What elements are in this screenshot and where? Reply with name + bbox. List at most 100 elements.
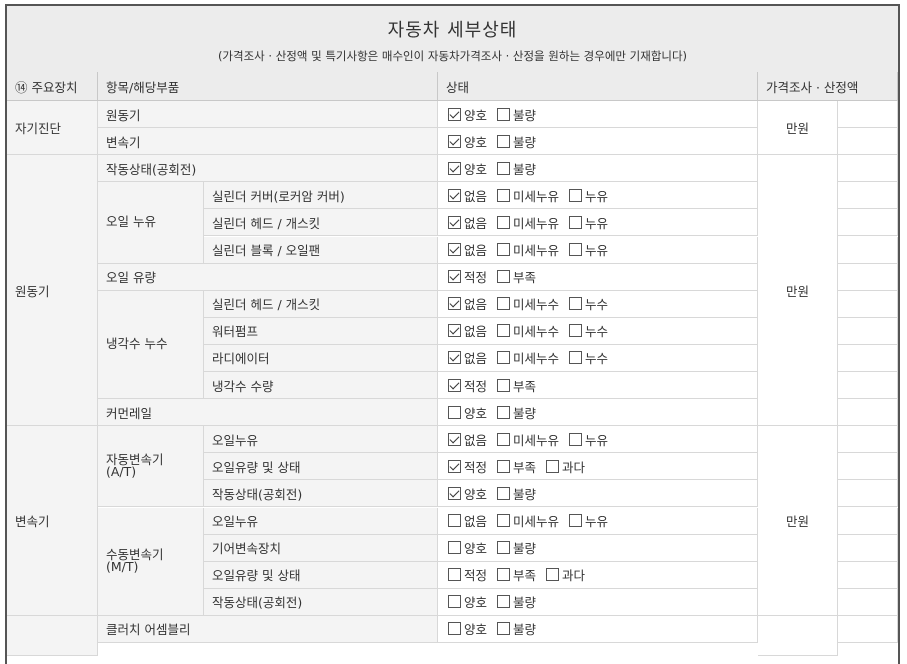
price-input[interactable] [838, 101, 898, 129]
status-option[interactable]: 미세누수 [497, 321, 559, 340]
checkbox-unchecked[interactable] [448, 541, 461, 555]
checkbox-unchecked[interactable] [497, 161, 511, 175]
checkbox-checked[interactable] [448, 297, 461, 311]
checkbox-unchecked[interactable] [497, 405, 511, 419]
status-option[interactable]: 미세누수 [497, 294, 559, 313]
status-option[interactable]: 미세누유 [497, 430, 559, 449]
checkbox-checked[interactable] [448, 432, 461, 446]
status-option[interactable]: 양호 [448, 592, 487, 611]
status-option[interactable]: 없음 [448, 213, 487, 232]
status-option[interactable]: 부족 [497, 457, 536, 476]
price-input[interactable] [838, 209, 898, 237]
status-option[interactable]: 불량 [497, 403, 536, 422]
checkbox-unchecked[interactable] [497, 622, 511, 636]
status-option[interactable]: 누수 [569, 294, 608, 313]
status-option[interactable]: 부족 [497, 565, 536, 584]
checkbox-checked[interactable] [448, 134, 461, 148]
checkbox-unchecked[interactable] [569, 297, 583, 311]
price-input[interactable] [838, 263, 898, 291]
checkbox-checked[interactable] [448, 351, 461, 365]
checkbox-unchecked[interactable] [448, 405, 461, 419]
checkbox-unchecked[interactable] [497, 351, 511, 365]
status-option[interactable]: 없음 [448, 321, 487, 340]
status-option[interactable]: 누유 [569, 186, 608, 205]
status-option[interactable]: 적정 [448, 565, 487, 584]
price-input[interactable] [838, 480, 898, 508]
checkbox-checked[interactable] [448, 161, 461, 175]
status-option[interactable]: 불량 [497, 538, 536, 557]
price-input[interactable] [838, 588, 898, 616]
checkbox-unchecked[interactable] [546, 568, 560, 582]
status-option[interactable]: 없음 [448, 294, 487, 313]
status-option[interactable]: 없음 [448, 348, 487, 367]
status-option[interactable]: 부족 [497, 267, 536, 286]
checkbox-unchecked[interactable] [497, 595, 511, 609]
price-input[interactable] [838, 236, 898, 264]
checkbox-checked[interactable] [448, 270, 461, 284]
price-input[interactable] [838, 615, 898, 643]
checkbox-checked[interactable] [448, 324, 461, 338]
status-option[interactable]: 과다 [546, 565, 585, 584]
status-option[interactable]: 누수 [569, 321, 608, 340]
price-input[interactable] [838, 453, 898, 481]
status-option[interactable]: 누유 [569, 511, 608, 530]
checkbox-unchecked[interactable] [497, 243, 511, 257]
price-input[interactable] [838, 426, 898, 454]
checkbox-checked[interactable] [448, 188, 461, 202]
checkbox-checked[interactable] [448, 107, 461, 121]
checkbox-unchecked[interactable] [497, 107, 511, 121]
status-option[interactable]: 양호 [448, 484, 487, 503]
checkbox-unchecked[interactable] [497, 324, 511, 338]
checkbox-unchecked[interactable] [569, 514, 583, 528]
status-option[interactable]: 누유 [569, 240, 608, 259]
checkbox-unchecked[interactable] [497, 486, 511, 500]
checkbox-unchecked[interactable] [546, 459, 560, 473]
checkbox-unchecked[interactable] [569, 324, 583, 338]
checkbox-unchecked[interactable] [497, 188, 511, 202]
status-option[interactable]: 적정 [448, 267, 487, 286]
status-option[interactable]: 불량 [497, 132, 536, 151]
status-option[interactable]: 없음 [448, 186, 487, 205]
checkbox-unchecked[interactable] [497, 541, 511, 555]
status-option[interactable]: 양호 [448, 403, 487, 422]
checkbox-checked[interactable] [448, 378, 461, 392]
status-option[interactable]: 누유 [569, 213, 608, 232]
price-input[interactable] [838, 399, 898, 427]
status-option[interactable]: 미세누수 [497, 348, 559, 367]
status-option[interactable]: 없음 [448, 430, 487, 449]
status-option[interactable]: 누수 [569, 348, 608, 367]
status-option[interactable]: 적정 [448, 376, 487, 395]
checkbox-checked[interactable] [448, 215, 461, 229]
checkbox-checked[interactable] [448, 243, 461, 257]
status-option[interactable]: 양호 [448, 538, 487, 557]
checkbox-unchecked[interactable] [497, 215, 511, 229]
checkbox-unchecked[interactable] [497, 432, 511, 446]
checkbox-unchecked[interactable] [569, 351, 583, 365]
checkbox-unchecked[interactable] [448, 514, 461, 528]
checkbox-unchecked[interactable] [569, 215, 583, 229]
status-option[interactable]: 양호 [448, 105, 487, 124]
price-input[interactable] [838, 128, 898, 156]
checkbox-unchecked[interactable] [497, 134, 511, 148]
checkbox-unchecked[interactable] [569, 188, 583, 202]
status-option[interactable]: 양호 [448, 132, 487, 151]
status-option[interactable]: 불량 [497, 619, 536, 638]
price-input[interactable] [838, 344, 898, 372]
status-option[interactable]: 불량 [497, 484, 536, 503]
price-input[interactable] [838, 507, 898, 535]
status-option[interactable]: 누유 [569, 430, 608, 449]
checkbox-unchecked[interactable] [497, 568, 511, 582]
status-option[interactable]: 불량 [497, 159, 536, 178]
status-option[interactable]: 불량 [497, 105, 536, 124]
status-option[interactable]: 미세누유 [497, 240, 559, 259]
checkbox-unchecked[interactable] [497, 378, 511, 392]
price-input[interactable] [838, 561, 898, 589]
status-option[interactable]: 없음 [448, 240, 487, 259]
checkbox-unchecked[interactable] [448, 622, 461, 636]
price-input[interactable] [838, 317, 898, 345]
price-input[interactable] [838, 155, 898, 183]
checkbox-unchecked[interactable] [569, 432, 583, 446]
status-option[interactable]: 없음 [448, 511, 487, 530]
status-option[interactable]: 양호 [448, 619, 487, 638]
checkbox-checked[interactable] [448, 486, 461, 500]
